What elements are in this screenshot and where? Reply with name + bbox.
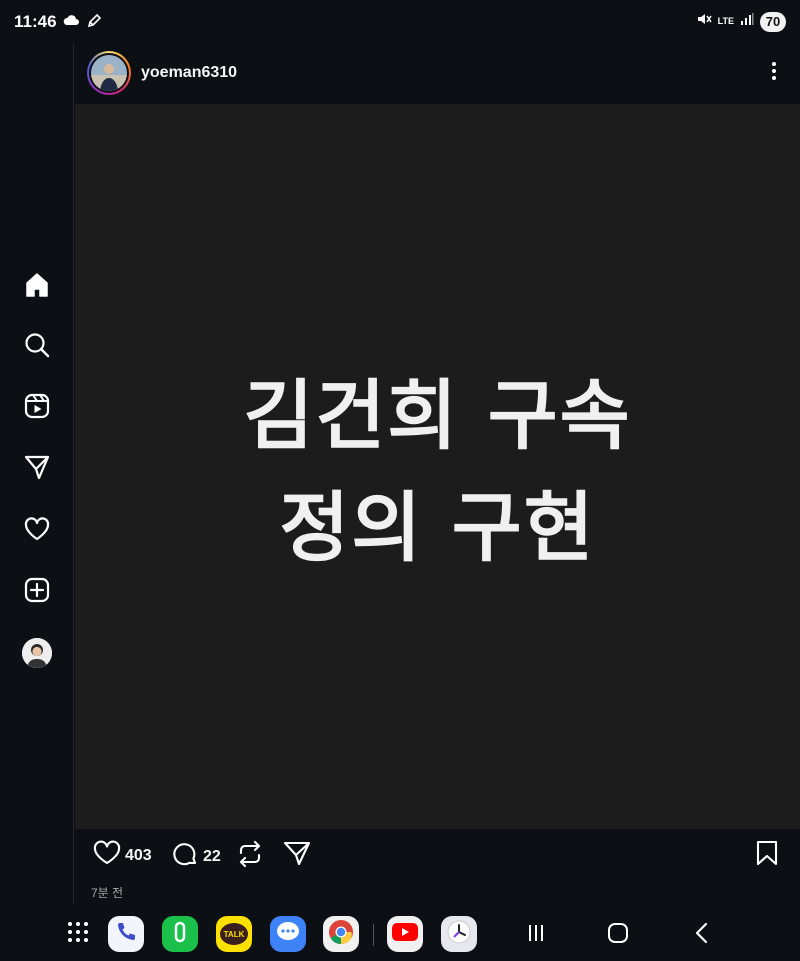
repost-button[interactable] [237,840,263,873]
pen-icon [86,13,102,34]
kakaotalk-label: TALK [223,929,245,939]
home-button[interactable] [604,922,632,948]
search-icon [23,331,51,364]
nav-notifications[interactable] [22,516,52,546]
profile-avatar [22,638,52,668]
comment-button[interactable]: 22 [171,840,221,873]
grid-icon [67,921,89,948]
avatar [91,55,127,91]
nav-create[interactable] [22,577,52,607]
nav-rail [0,44,74,904]
status-bar: 11:46 LTE 70 [0,0,800,44]
post-timestamp: 7분 전 [91,886,124,900]
dock-divider [373,924,374,946]
chrome-icon [327,918,355,951]
cloud-icon [62,13,80,34]
send-icon [283,840,311,871]
post-username[interactable]: yoeman6310 [141,64,237,82]
youtube-app[interactable] [387,916,423,952]
post-image-text-line2: 정의 구현 [279,482,596,572]
comment-count: 22 [203,847,221,865]
kakaotalk-icon: TALK [220,923,248,945]
create-icon [23,576,51,609]
network-type: LTE [717,16,734,26]
nav-profile[interactable] [22,638,52,668]
phone-icon [114,920,138,949]
like-button[interactable]: 403 [93,840,152,871]
like-count: 403 [125,846,152,864]
reels-icon [23,392,51,425]
nav-search[interactable] [22,332,52,362]
post-image-text: 김건희 구속 정의 구현 [243,360,631,584]
kakaotalk-app[interactable]: TALK [216,916,252,952]
status-time: 11:46 [14,12,57,31]
mute-icon [696,11,712,32]
chat-bubble-icon [275,920,301,949]
recents-icon [526,923,546,948]
share-button[interactable] [283,840,311,871]
nav-reels[interactable] [22,393,52,423]
back-button[interactable] [688,922,716,948]
heart-icon [23,515,51,548]
chevron-left-icon [694,922,710,949]
youtube-icon [391,922,419,947]
post-image[interactable]: 김건희 구속 정의 구현 [75,104,800,829]
comment-icon [171,840,199,873]
clock-icon [446,919,472,950]
post-image-text-line1: 김건희 구속 [243,370,632,460]
nav-home[interactable] [22,272,52,302]
save-button[interactable] [755,840,779,871]
more-vertical-icon [771,61,777,86]
phone-app[interactable] [108,916,144,952]
post-action-bar: 403 22 [75,834,800,878]
signal-icon [740,12,754,31]
status-left-icons [62,13,102,34]
home-icon [23,271,51,304]
home-circle-icon [607,922,629,949]
taskbar: TALK [0,904,800,961]
call-app[interactable] [162,916,198,952]
messages-app[interactable] [270,916,306,952]
repost-icon [237,840,263,873]
clock-app[interactable] [441,916,477,952]
status-right-icons: LTE 70 [696,11,786,32]
heart-icon [93,840,121,871]
messages-icon [23,453,51,486]
chrome-app[interactable] [323,916,359,952]
battery-indicator: 70 [760,11,786,32]
more-options-button[interactable] [762,58,786,88]
recent-apps-button[interactable] [522,922,550,948]
app-drawer-button[interactable] [60,916,96,952]
bookmark-icon [755,840,779,871]
post-author-avatar[interactable] [87,51,131,95]
post-header: yoeman6310 [75,44,800,104]
phone-handset-icon [168,920,192,949]
nav-messages[interactable] [22,454,52,484]
